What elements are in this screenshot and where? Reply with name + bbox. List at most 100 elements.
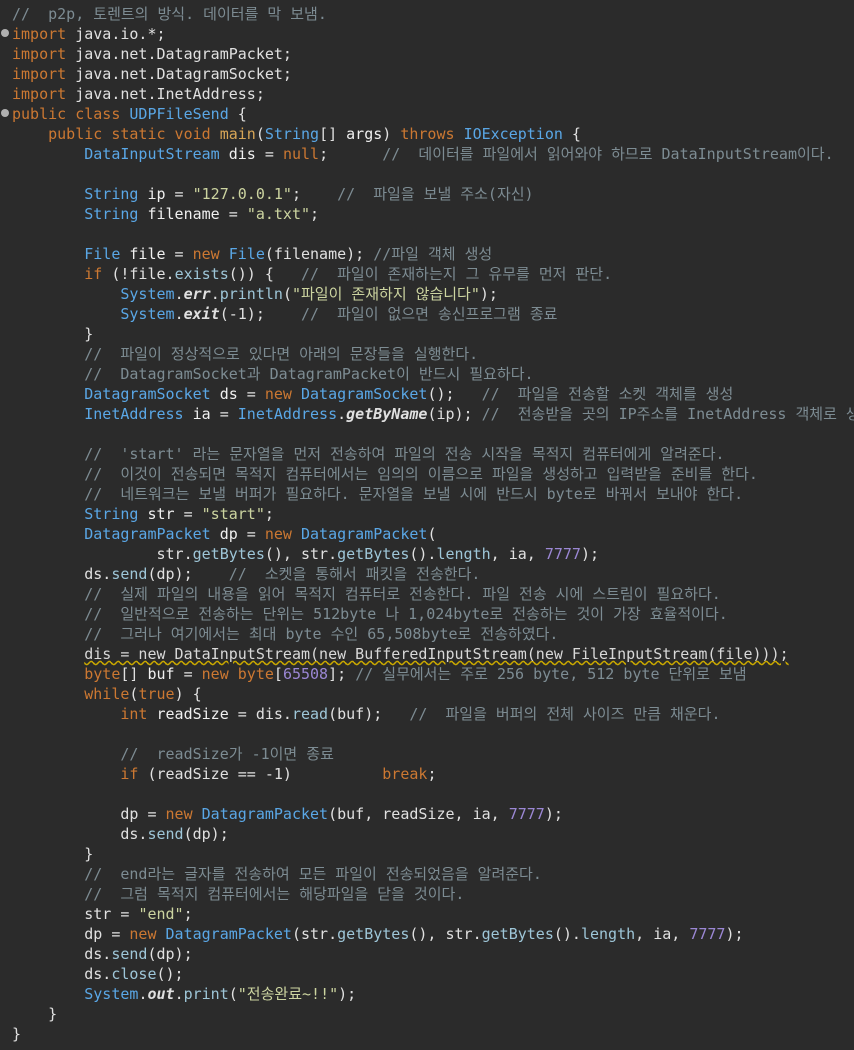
code-content: // p2p, 토렌트의 방식. 데이터를 막 보냄. <box>12 4 327 24</box>
code-content: str = "end"; <box>12 904 192 924</box>
variable: dis <box>228 145 256 163</box>
string-literal: "127.0.0.1" <box>192 185 292 203</box>
code-text: ); <box>725 925 744 943</box>
comment: // 그러나 여기에서는 최대 byte 수인 65,508byte로 전송하였… <box>84 625 559 643</box>
code-content: dp = new DatagramPacket(buf, readSize, i… <box>12 804 563 824</box>
method-call: send <box>111 945 148 963</box>
fold-marker-icon[interactable] <box>1 109 9 117</box>
code-text: ]; <box>328 665 356 683</box>
keyword: null <box>282 145 320 163</box>
code-text: = <box>255 145 283 163</box>
code-text: dp = <box>12 805 166 823</box>
code-text: } <box>12 845 94 863</box>
keyword: int <box>120 705 157 723</box>
code-content: System.out.print("전송완료~!!"); <box>12 984 356 1004</box>
comment: // 데이터를 파일에서 읽어와야 하므로 DataInputStream이다. <box>382 145 834 163</box>
code-text: = <box>174 505 202 523</box>
fold-marker-icon[interactable] <box>1 29 9 37</box>
code-text: ; <box>264 505 274 523</box>
keyword: new byte <box>201 665 274 683</box>
number-literal: 65508 <box>282 665 329 683</box>
code-content: } <box>12 844 93 864</box>
keyword: new <box>264 525 301 543</box>
code-text: . <box>210 285 220 303</box>
code-content: DatagramSocket ds = new DatagramSocket()… <box>12 384 733 404</box>
code-text: (!file. <box>111 265 175 283</box>
code-content: String ip = "127.0.0.1"; // 파일을 보낼 주소(자신… <box>12 184 534 204</box>
code-text: ( <box>228 985 238 1003</box>
code-text: ds. <box>12 965 112 983</box>
warning-code: dis = new DataInputStream(new BufferedIn… <box>84 645 789 663</box>
comment: // readSize가 -1이면 종료 <box>120 745 334 763</box>
code-text: . <box>337 405 347 423</box>
comment: // 파일을 버퍼의 전체 사이즈 만큼 채운다. <box>409 705 721 723</box>
comment: // end라는 글자를 전송하여 모든 파일이 전송되었음을 알려준다. <box>84 865 542 883</box>
comment: // 전송받을 곳의 IP주소를 InetAddress 객체로 생성 <box>481 405 854 423</box>
code-text: ) { <box>174 685 202 703</box>
keyword: true <box>138 685 175 703</box>
code-content: System.exit(-1); // 파일이 없으면 송신프로그램 종료 <box>12 304 557 324</box>
code-content: import java.io.*; <box>12 24 166 44</box>
type-name: InetAddress <box>237 405 338 423</box>
code-text: [ <box>273 665 283 683</box>
code-content: String filename = "a.txt"; <box>12 204 319 224</box>
comment: // 파일을 전송할 소켓 객체를 생성 <box>481 385 734 403</box>
type-name: String <box>84 205 139 223</box>
code-content: // 파일이 정상적으로 있다면 아래의 문장들을 실행한다. <box>12 344 478 364</box>
code-text: ds. <box>12 945 112 963</box>
variable: buf <box>147 665 175 683</box>
type-name: DatagramPacket <box>301 525 428 543</box>
code-text: java.net.InetAddress; <box>66 85 265 103</box>
code-content: dis = new DataInputStream(new BufferedIn… <box>12 644 789 664</box>
code-text: . <box>174 985 184 1003</box>
type-name: DatagramSocket <box>84 385 211 403</box>
code-text: ; <box>427 765 437 783</box>
code-text: (); <box>427 385 482 403</box>
code-text: ; <box>319 145 383 163</box>
variable: ia <box>192 405 211 423</box>
number-literal: 7777 <box>508 805 545 823</box>
code-text: ); <box>338 985 357 1003</box>
code-content: // readSize가 -1이면 종료 <box>12 744 334 764</box>
comment: // 소켓을 통해서 패킷을 전송한다. <box>228 565 481 583</box>
comment: // 실무에서는 주로 256 byte, 512 byte 단위로 보냄 <box>355 665 747 683</box>
variable: file <box>129 245 166 263</box>
keyword: byte <box>84 665 121 683</box>
variable: ds <box>219 385 238 403</box>
code-editor[interactable]: // p2p, 토렌트의 방식. 데이터를 막 보냄. import java.i… <box>0 0 854 1050</box>
code-content: public static void main(String[] args) t… <box>12 124 581 144</box>
type-name: System <box>84 985 139 1003</box>
number-literal: 7777 <box>544 545 581 563</box>
type-name: DatagramSocket <box>301 385 428 403</box>
type-name: String <box>264 125 320 143</box>
code-text: ); <box>544 805 563 823</box>
keyword: new <box>192 245 229 263</box>
type-name: System <box>120 285 175 303</box>
code-text: (dp); <box>147 945 193 963</box>
comment: // 파일이 없으면 송신프로그램 종료 <box>301 305 558 323</box>
code-text: . <box>174 305 184 323</box>
code-text: (-1); <box>219 305 301 323</box>
method-call: println <box>219 285 283 303</box>
method-call: getBytes <box>337 925 410 943</box>
keyword: import <box>12 85 67 103</box>
comment: // 파일을 보낼 주소(자신) <box>337 185 534 203</box>
code-text: (filename); <box>264 245 374 263</box>
keyword: new <box>264 385 301 403</box>
code-text: = <box>174 665 202 683</box>
type-name: DataInputStream <box>84 145 220 163</box>
code-text: = <box>219 205 247 223</box>
